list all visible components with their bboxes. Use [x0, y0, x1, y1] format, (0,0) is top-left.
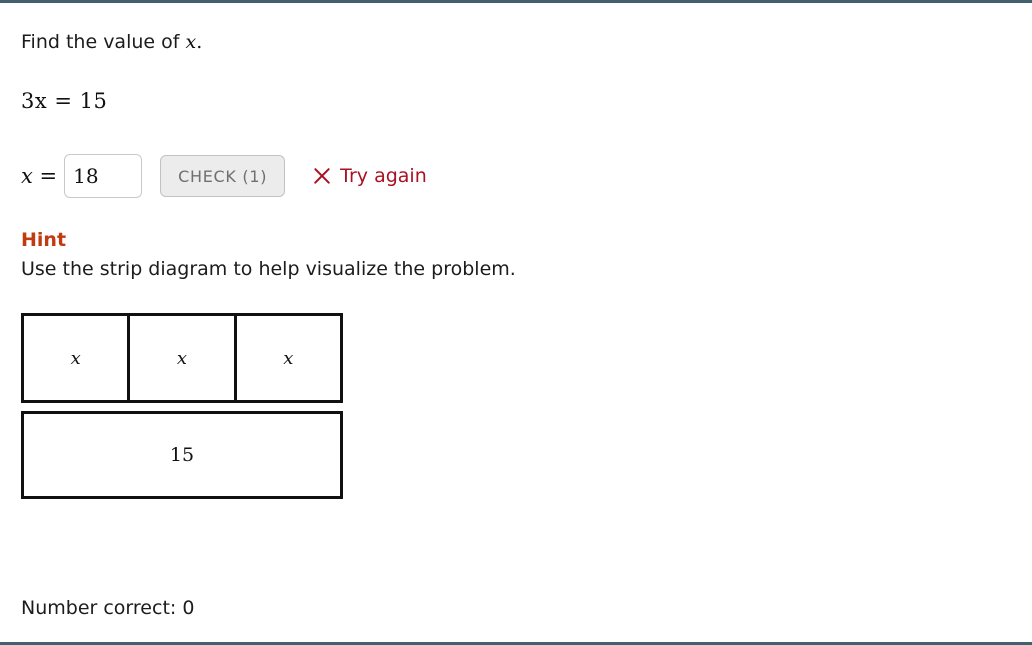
- problem-prompt-text: Find the value of: [21, 31, 186, 53]
- strip-bottom-label: 15: [169, 444, 195, 466]
- strip-cell: x: [130, 316, 237, 400]
- strip-diagram: x x x 15: [21, 313, 343, 499]
- hint-body: Use the strip diagram to help visualize …: [21, 258, 516, 280]
- answer-row: x = CHECK (1) Try again: [21, 153, 427, 199]
- strip-cell: x: [24, 316, 131, 400]
- strip-cell-label: x: [176, 347, 188, 369]
- strip-cell-label: x: [283, 347, 294, 369]
- strip-bottom-row: 15: [21, 411, 343, 499]
- strip-cell: x: [237, 316, 340, 400]
- hint-title: Hint: [21, 229, 67, 251]
- strip-top-row: x x x: [21, 313, 343, 403]
- x-mark-icon: [313, 167, 331, 185]
- score-readout: Number correct: 0: [21, 597, 195, 619]
- problem-prompt-variable: x: [185, 31, 197, 53]
- problem-prompt: Find the value of x.: [21, 29, 202, 55]
- feedback-message: Try again: [313, 165, 427, 187]
- answer-label: x =: [21, 164, 58, 188]
- check-button[interactable]: CHECK (1): [160, 155, 286, 197]
- equation-text: 3x = 15: [21, 89, 108, 113]
- strip-cell-label: x: [70, 347, 81, 369]
- exercise-page: Find the value of x. 3x = 15 x = CHECK (…: [0, 0, 1032, 645]
- equation: 3x = 15: [21, 87, 107, 115]
- problem-prompt-period: .: [196, 31, 203, 53]
- feedback-text: Try again: [340, 165, 427, 187]
- answer-input[interactable]: [64, 154, 143, 198]
